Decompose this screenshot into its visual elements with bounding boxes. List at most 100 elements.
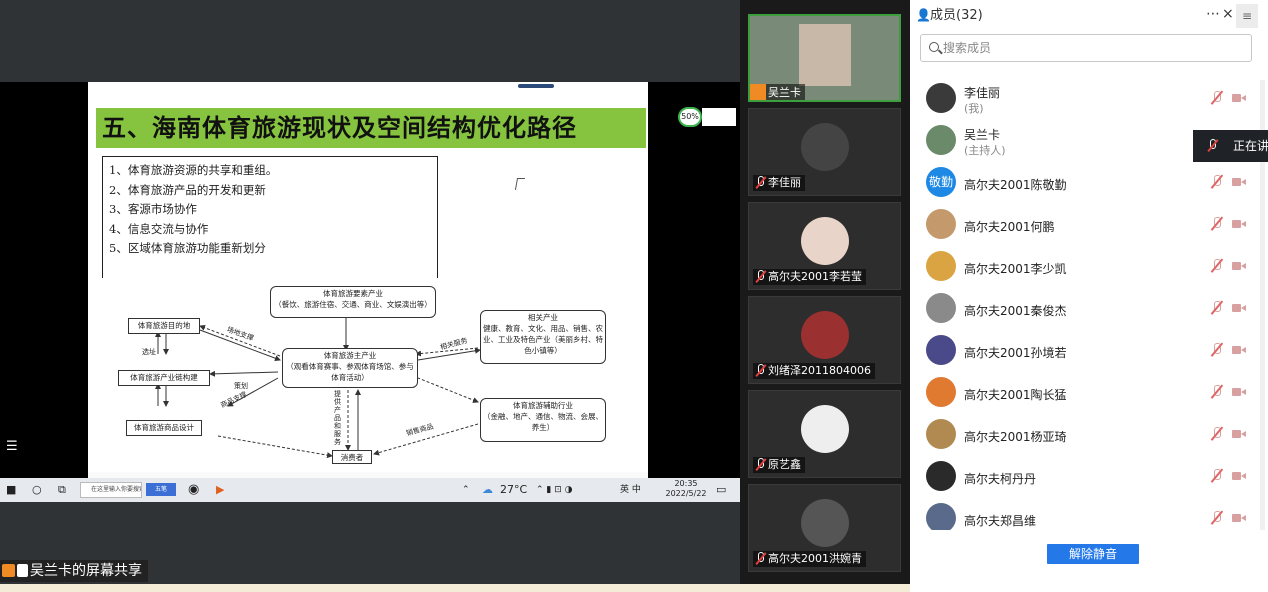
mic-off-icon[interactable] bbox=[1210, 216, 1224, 232]
mic-off-icon bbox=[1207, 139, 1217, 152]
mic-off-icon[interactable] bbox=[1210, 258, 1224, 274]
mic-off-icon[interactable] bbox=[1210, 90, 1224, 106]
mic-off-icon[interactable] bbox=[1210, 468, 1224, 484]
mic-off-icon bbox=[755, 458, 765, 471]
video-tile-name: 刘绪泽2011804006 bbox=[768, 364, 871, 377]
video-tile[interactable]: 李佳丽 bbox=[748, 108, 901, 196]
members-panel: 👤 成员(32) ⋯ × ≡ 搜索成员 李佳丽 (我) 吴兰卡 (主持人) 敬勤… bbox=[910, 0, 1268, 592]
mic-off-icon bbox=[755, 176, 765, 189]
panel-menu-icon[interactable]: ≡ bbox=[1236, 4, 1258, 28]
avatar bbox=[800, 499, 849, 547]
list-item[interactable]: 高尔夫2001陶长猛 bbox=[910, 372, 1268, 414]
tray-icons: ⌃ ▮ ⊡ ◑ bbox=[536, 485, 573, 495]
camera-off-icon[interactable] bbox=[1232, 513, 1246, 523]
taskbar-search: 在这里输入你要搜索的内容 bbox=[80, 482, 142, 498]
taskbar-time: 20:35 bbox=[674, 479, 698, 488]
presentation-app-icon: ▶ bbox=[216, 483, 225, 496]
slide-bullet: 3、客源市场协作 bbox=[109, 202, 197, 216]
search-placeholder: 搜索成员 bbox=[943, 41, 992, 55]
list-item[interactable]: 高尔夫2001李少凯 bbox=[910, 246, 1268, 288]
video-tile-name: 高尔夫2001李若莹 bbox=[768, 270, 862, 283]
video-column: 吴兰卡 李佳丽 高尔夫2001李若莹 刘绪泽2011804006 原艺鑫 高尔夫… bbox=[740, 0, 910, 584]
camera-off-icon[interactable] bbox=[1232, 387, 1246, 397]
diagram-box-elements: 体育旅游要素产业 （餐饮、旅游住宿、交通、商业、文娱演出等） bbox=[270, 286, 436, 318]
taskbar-clock: 20:35 2022/5/22 bbox=[664, 479, 708, 499]
search-icon bbox=[929, 42, 939, 52]
slide-title: 五、海南体育旅游现状及空间结构优化路径 bbox=[96, 108, 646, 148]
bottom-edge bbox=[0, 584, 910, 592]
list-item[interactable]: 高尔夫柯丹丹 bbox=[910, 456, 1268, 498]
industry-diagram: 体育旅游要素产业 （餐饮、旅游住宿、交通、商业、文娱演出等） 体育旅游主产业 （… bbox=[88, 278, 648, 478]
cortana-icon: ○ bbox=[32, 483, 42, 496]
list-item[interactable]: 敬勤 高尔夫2001陈敬勤 bbox=[910, 162, 1268, 204]
mic-off-icon bbox=[755, 270, 765, 283]
presentation-slide: 五、海南体育旅游现状及空间结构优化路径 1、体育旅游资源的共享和重组。 2、体育… bbox=[88, 82, 648, 478]
camera-off-icon[interactable] bbox=[1232, 261, 1246, 271]
mic-off-icon[interactable] bbox=[1210, 174, 1224, 190]
list-item[interactable]: 高尔夫2001杨亚琦 bbox=[910, 414, 1268, 456]
mic-off-icon bbox=[755, 364, 765, 377]
list-item[interactable]: 高尔夫2001孙境若 bbox=[910, 330, 1268, 372]
camera-off-icon[interactable] bbox=[1232, 471, 1246, 481]
video-tile[interactable]: 刘绪泽2011804006 bbox=[748, 296, 901, 384]
notification-icon: ▭ bbox=[716, 483, 727, 496]
mic-off-icon[interactable] bbox=[1210, 300, 1224, 316]
member-role: (我) bbox=[964, 102, 984, 115]
mic-off-icon bbox=[755, 552, 765, 565]
speaking-text: 正在讲话 bbox=[1233, 139, 1268, 153]
avatar bbox=[926, 461, 956, 491]
input-mode: 英 中 bbox=[620, 485, 641, 495]
mic-off-icon[interactable] bbox=[1210, 510, 1224, 526]
member-name: 高尔夫柯丹丹 bbox=[964, 472, 1037, 486]
avatar bbox=[800, 405, 849, 453]
camera-off-icon[interactable] bbox=[1232, 429, 1246, 439]
avatar bbox=[926, 83, 956, 113]
diagram-label: 策划 bbox=[234, 382, 248, 390]
slide-bullet-list: 1、体育旅游资源的共享和重组。 2、体育旅游产品的开发和更新 3、客源市场协作 … bbox=[102, 156, 438, 278]
mic-off-icon[interactable] bbox=[1210, 384, 1224, 400]
camera-off-icon[interactable] bbox=[1232, 303, 1246, 313]
close-icon[interactable]: × bbox=[1222, 6, 1234, 22]
video-tile[interactable]: 原艺鑫 bbox=[748, 390, 901, 478]
slide-bullet: 2、体育旅游产品的开发和更新 bbox=[109, 182, 266, 197]
chrome-icon: ◉ bbox=[188, 482, 200, 497]
avatar bbox=[926, 125, 956, 155]
diagram-box-destination: 体育旅游目的地 bbox=[128, 318, 200, 334]
more-icon[interactable]: ⋯ bbox=[1206, 6, 1220, 22]
mic-off-icon[interactable] bbox=[1210, 342, 1224, 358]
list-item[interactable]: 高尔夫2001何鹏 bbox=[910, 204, 1268, 246]
weather-icon: ☁ bbox=[482, 483, 493, 496]
avatar bbox=[926, 419, 956, 449]
camera-off-icon[interactable] bbox=[1232, 177, 1246, 187]
avatar bbox=[926, 209, 956, 239]
list-menu-icon[interactable]: ☰ bbox=[6, 440, 18, 453]
avatar bbox=[800, 311, 849, 359]
windows-taskbar: ■ ○ ⧉ 在这里输入你要搜索的内容 五笔 ◉ ▶ ⌃ ☁ 27°C ⌃ ▮ ⊡… bbox=[0, 478, 740, 502]
panel-title: 成员(32) bbox=[930, 8, 983, 23]
start-icon: ■ bbox=[6, 483, 17, 496]
camera-off-icon[interactable] bbox=[1232, 93, 1246, 103]
list-item[interactable]: 高尔夫2001秦俊杰 bbox=[910, 288, 1268, 330]
host-icon bbox=[2, 564, 15, 577]
member-name: 高尔夫2001李少凯 bbox=[964, 262, 1067, 276]
member-search-input[interactable]: 搜索成员 bbox=[920, 34, 1252, 62]
member-name: 吴兰卡 bbox=[964, 128, 1001, 142]
avatar bbox=[926, 293, 956, 323]
share-top-area bbox=[0, 0, 740, 82]
speaking-toast: 正在讲话 bbox=[1193, 130, 1268, 162]
list-item[interactable]: 高尔夫郑昌维 bbox=[910, 498, 1268, 530]
mic-off-icon[interactable] bbox=[1210, 426, 1224, 442]
member-name: 高尔夫2001杨亚琦 bbox=[964, 430, 1067, 444]
camera-off-icon[interactable] bbox=[1232, 219, 1246, 229]
video-tile[interactable]: 高尔夫2001洪婉青 bbox=[748, 484, 901, 572]
list-item[interactable]: 李佳丽 (我) bbox=[910, 78, 1268, 120]
screen-share-label: 吴兰卡的屏幕共享 bbox=[0, 560, 148, 582]
taskbar-date: 2022/5/22 bbox=[665, 489, 707, 498]
member-name: 高尔夫2001秦俊杰 bbox=[964, 304, 1067, 318]
camera-off-icon[interactable] bbox=[1232, 345, 1246, 355]
diagram-box-auxiliary: 体育旅游辅助行业 （金融、地产、通信、物流、会展、养生） bbox=[480, 398, 606, 442]
ime-indicator: 五笔 bbox=[146, 483, 176, 496]
video-tile[interactable]: 高尔夫2001李若莹 bbox=[748, 202, 901, 290]
unmute-all-button[interactable]: 解除静音 bbox=[1047, 544, 1139, 564]
video-tile[interactable]: 吴兰卡 bbox=[748, 14, 901, 102]
